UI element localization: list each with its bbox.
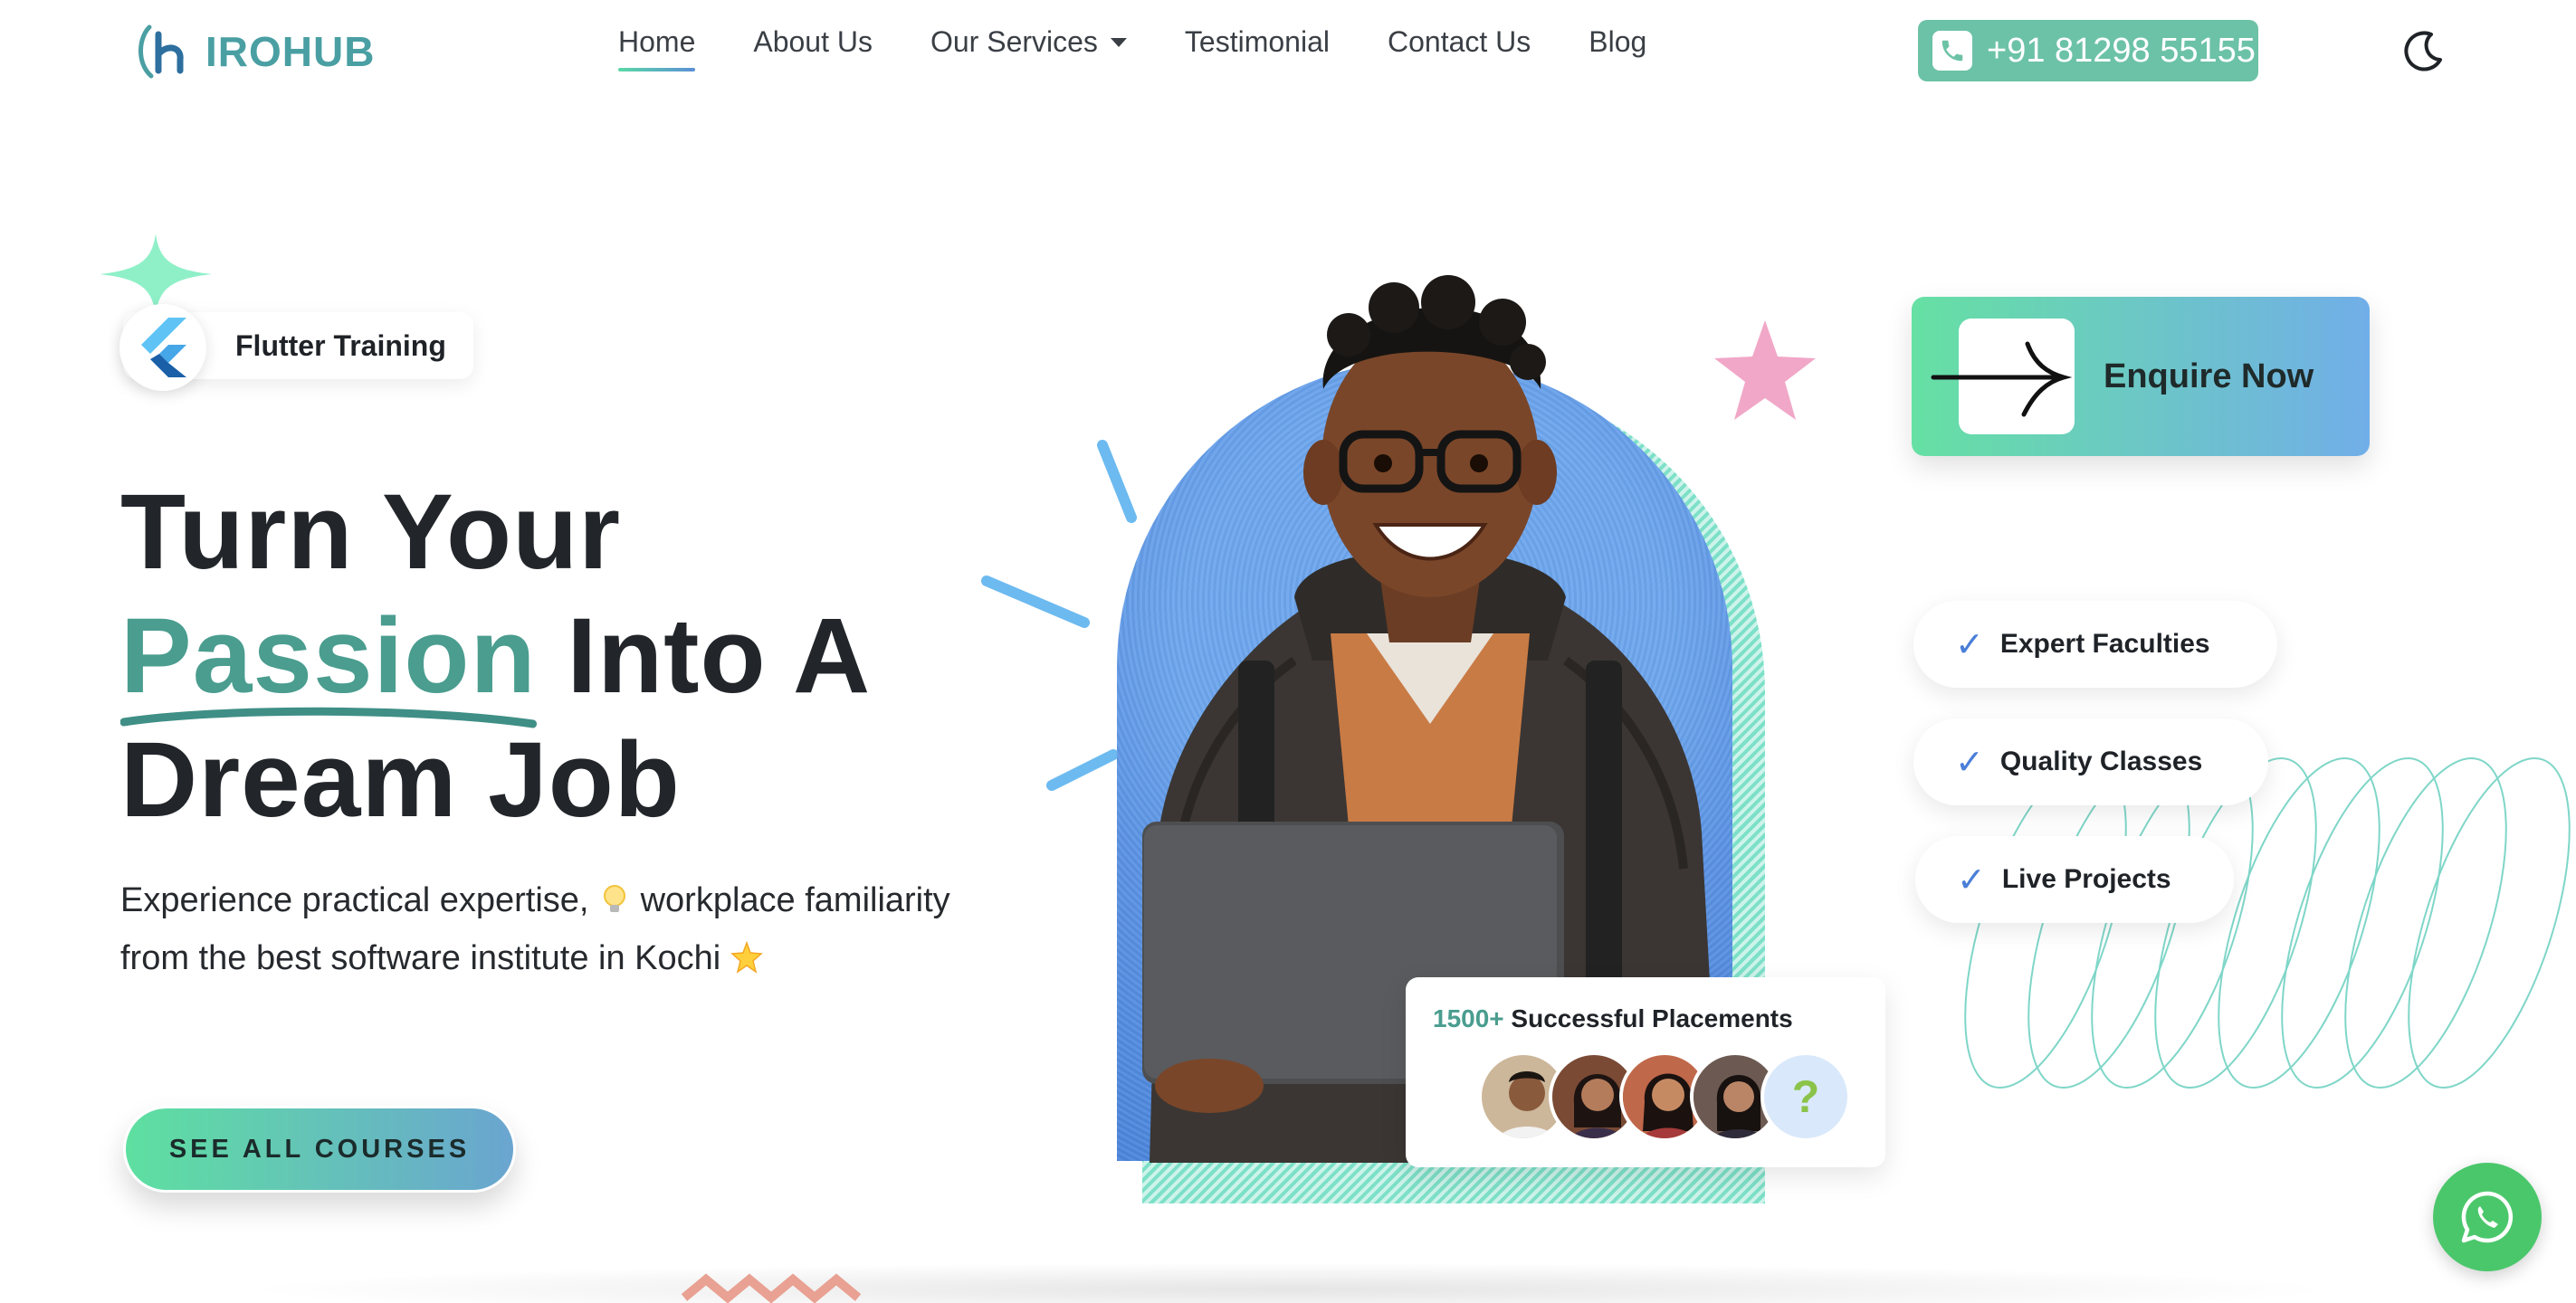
logo-text: IROHUB	[205, 28, 376, 75]
check-icon: ✓	[1957, 861, 1986, 899]
nav-contact[interactable]: Contact Us	[1388, 25, 1531, 71]
nav-about[interactable]: About Us	[753, 25, 873, 71]
feature-label: Live Projects	[2001, 864, 2171, 894]
whatsapp-button[interactable]	[2433, 1163, 2542, 1271]
enquire-now-button[interactable]: Enquire Now	[1912, 297, 2370, 456]
nav-home[interactable]: Home	[618, 25, 696, 71]
nav-testimonial-label: Testimonial	[1184, 25, 1330, 58]
glowing-star-icon	[730, 941, 763, 974]
flutter-logo-icon	[119, 304, 206, 391]
feature-label: Expert Faculties	[1999, 629, 2210, 659]
chevron-down-icon	[1110, 37, 1127, 47]
feature-expert-faculties: ✓ Expert Faculties	[1913, 601, 2277, 688]
check-icon: ✓	[1955, 625, 1984, 664]
placed-students-avatars: ?	[1478, 1051, 1851, 1142]
course-badge: Flutter Training	[119, 304, 473, 391]
nav-contact-label: Contact Us	[1387, 25, 1531, 58]
hero-title: Turn Your Passion Into A Dream Job	[120, 471, 871, 842]
phone-number: +91 81298 55155	[1987, 31, 2256, 70]
navbar: IROHUB Home About Us Our Services Testim…	[0, 0, 2576, 104]
whatsapp-icon	[2461, 1191, 2514, 1243]
more-students-icon: ?	[1760, 1051, 1851, 1142]
logo[interactable]: IROHUB	[131, 20, 375, 83]
logo-icon	[138, 24, 184, 79]
hero-title-line3: Dream Job	[120, 720, 681, 840]
phone-button[interactable]: +91 81298 55155	[1918, 20, 2258, 81]
check-icon: ✓	[1955, 743, 1984, 782]
hero-title-line2-rest: Into A	[536, 596, 872, 716]
accent-strokes-decoration	[981, 440, 1137, 791]
nav-blog[interactable]: Blog	[1589, 25, 1646, 71]
feature-label: Quality Classes	[1999, 747, 2203, 776]
placements-count: 1500+	[1433, 1004, 1504, 1032]
main-menu: Home About Us Our Services Testimonial C…	[618, 25, 1646, 71]
lightbulb-icon	[604, 885, 626, 912]
placements-title: 1500+ Successful Placements	[1433, 1004, 1793, 1033]
underline-swoosh-icon	[120, 707, 537, 728]
feature-quality-classes: ✓ Quality Classes	[1913, 718, 2268, 805]
placements-card: 1500+ Successful Placements ?	[1406, 977, 1885, 1167]
hero-subtitle: Experience practical expertise, workplac…	[120, 871, 989, 987]
hero-subtitle-part1: Experience practical expertise,	[120, 881, 599, 919]
feature-live-projects: ✓ Live Projects	[1915, 836, 2234, 923]
placements-label: Successful Placements	[1503, 1004, 1793, 1032]
nav-blog-label: Blog	[1589, 25, 1647, 58]
nav-testimonial[interactable]: Testimonial	[1185, 25, 1330, 71]
pink-star-decoration	[1714, 320, 1816, 420]
section-divider-shadow	[235, 1262, 2344, 1303]
dark-mode-moon-icon[interactable]	[2400, 27, 2447, 74]
see-all-courses-button[interactable]: SEE ALL COURSES	[123, 1106, 516, 1193]
enquire-now-label: Enquire Now	[2104, 357, 2314, 395]
nav-services-label: Our Services	[930, 25, 1098, 58]
nav-home-label: Home	[618, 25, 696, 58]
nav-services[interactable]: Our Services	[930, 25, 1127, 71]
hero-title-highlight-text: Passion	[120, 596, 537, 716]
sparkle-decoration	[100, 233, 212, 315]
hero-title-line1: Turn Your	[120, 472, 622, 592]
hero-title-line2: Passion Into A	[120, 594, 872, 728]
phone-icon	[1932, 31, 1972, 71]
course-badge-label: Flutter Training	[235, 328, 446, 362]
arrow-right-icon	[1931, 319, 2075, 434]
hero-title-highlight: Passion	[120, 594, 537, 728]
zigzag-decoration	[681, 1273, 862, 1303]
nav-about-label: About Us	[753, 25, 873, 58]
